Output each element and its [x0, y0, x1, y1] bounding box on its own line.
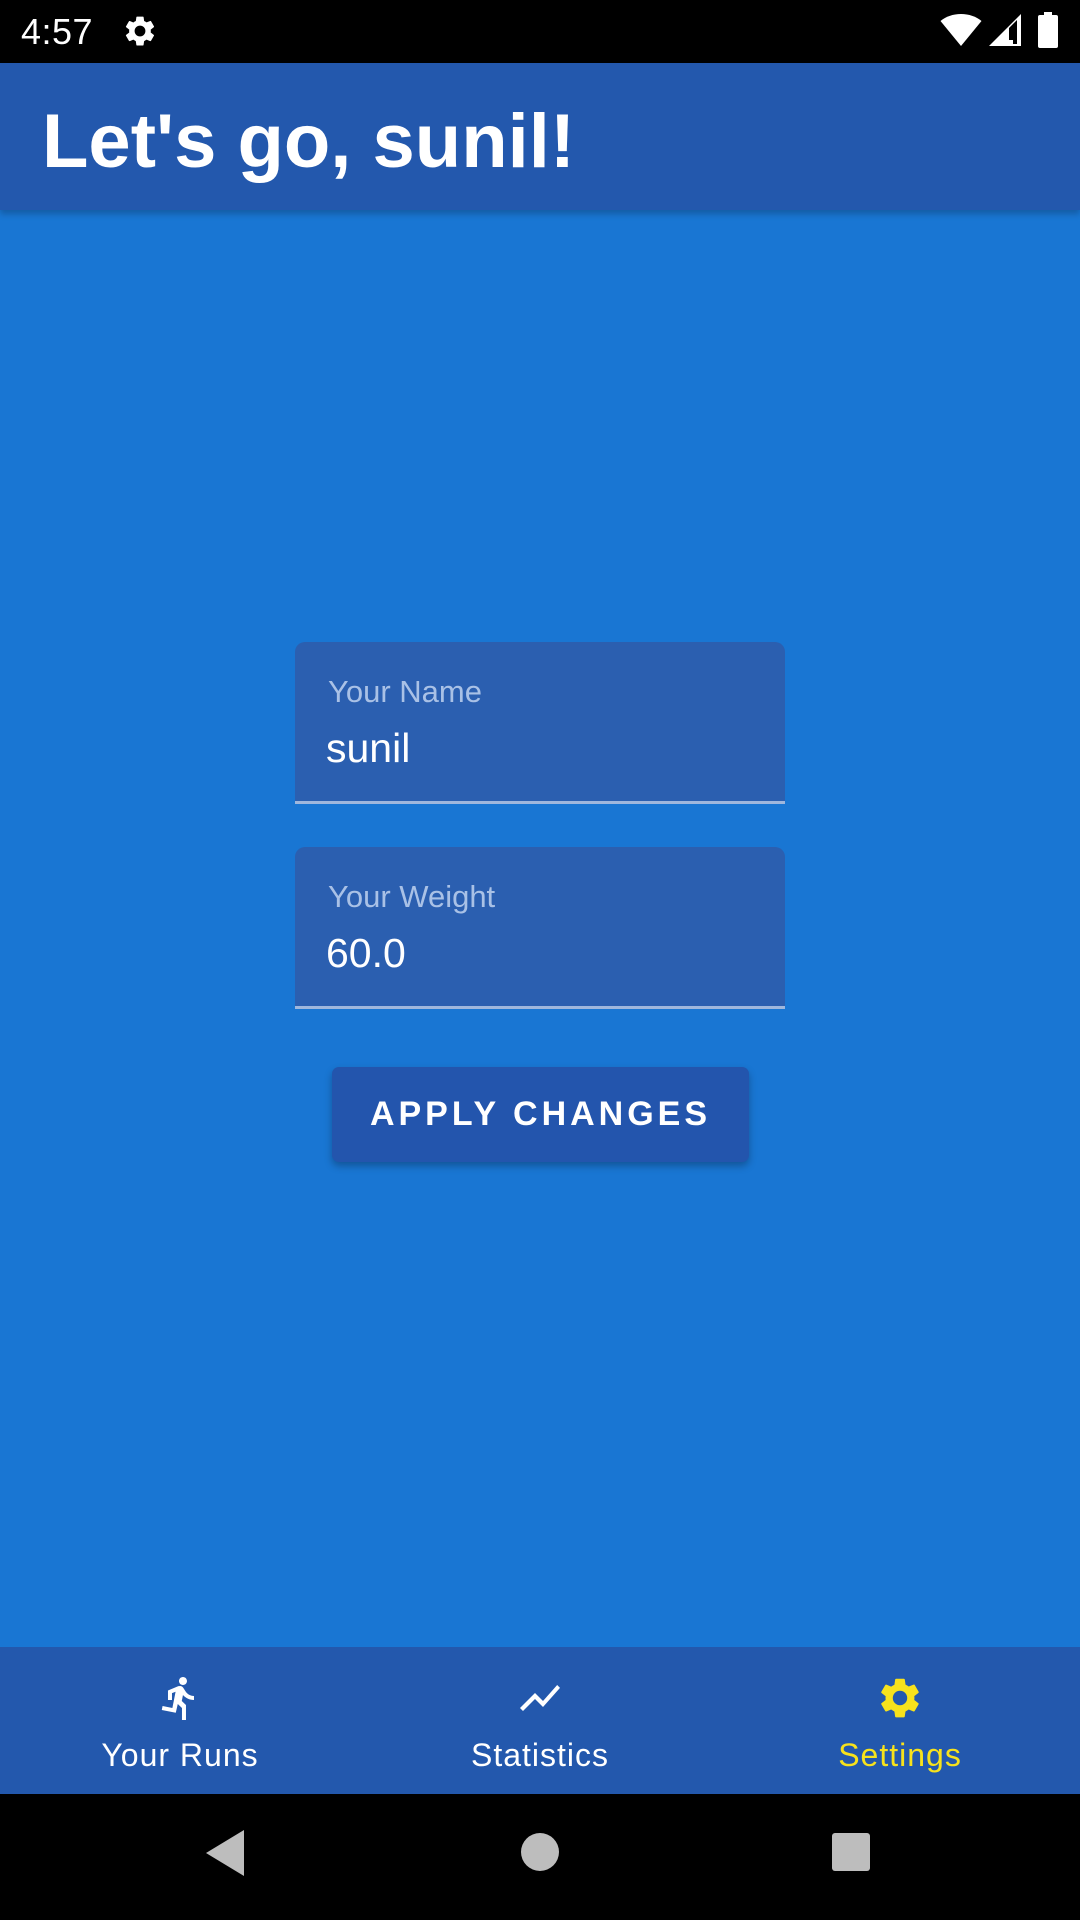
name-input[interactable] — [326, 720, 746, 776]
cell-signal-icon — [989, 14, 1021, 46]
weight-field[interactable]: Your Weight — [295, 847, 785, 1009]
weight-input[interactable] — [326, 925, 746, 981]
recents-square-icon[interactable] — [831, 1832, 871, 1872]
name-field[interactable]: Your Name — [295, 642, 785, 804]
apply-changes-button[interactable]: APPLY CHANGES — [332, 1067, 749, 1162]
bottom-navigation: Your Runs Statistics Settings — [0, 1647, 1080, 1794]
battery-icon — [1038, 12, 1058, 48]
page-title: Let's go, sunil! — [42, 99, 576, 184]
nav-item-settings[interactable]: Settings — [720, 1647, 1080, 1794]
home-circle-icon[interactable] — [519, 1831, 561, 1873]
wifi-icon — [940, 14, 982, 46]
screen: 4:57 Let's go, sunil! Your Name Your Wei… — [0, 0, 1080, 1920]
nav-item-your-runs[interactable]: Your Runs — [0, 1647, 360, 1794]
status-time: 4:57 — [21, 11, 94, 52]
trending-line-icon — [520, 1685, 560, 1711]
status-bar: 4:57 — [0, 0, 1080, 63]
app-bar: Let's go, sunil! — [0, 63, 1080, 210]
settings-gear-icon — [125, 16, 155, 46]
nav-label-statistics: Statistics — [470, 1737, 610, 1773]
back-triangle-icon[interactable] — [204, 1828, 248, 1878]
weight-field-label: Your Weight — [328, 879, 496, 914]
nav-label-your-runs: Your Runs — [101, 1737, 259, 1773]
settings-content: Your Name Your Weight APPLY CHANGES — [0, 210, 1080, 1647]
nav-item-statistics[interactable]: Statistics — [360, 1647, 720, 1794]
settings-gear-icon — [881, 1678, 919, 1718]
running-person-icon — [161, 1676, 194, 1720]
name-field-label: Your Name — [328, 674, 482, 709]
system-navigation-bar — [0, 1794, 1080, 1920]
nav-label-settings: Settings — [838, 1737, 962, 1773]
